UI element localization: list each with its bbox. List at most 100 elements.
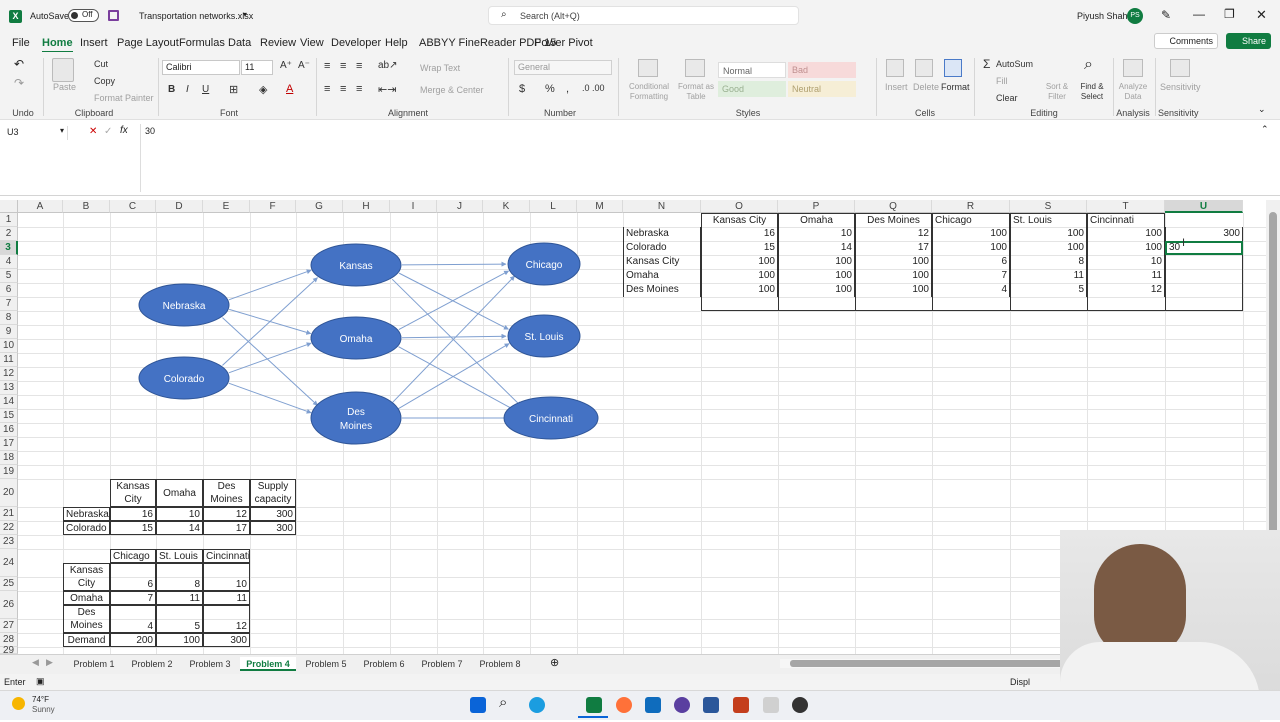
- weather-icon[interactable]: [12, 697, 25, 710]
- matrix-cell[interactable]: 100: [778, 283, 855, 297]
- matrix-cell[interactable]: 100: [1010, 241, 1087, 255]
- demand-header-1[interactable]: St. Louis: [156, 549, 203, 563]
- sheet-tab-problem-3[interactable]: Problem 3: [182, 657, 238, 671]
- demand-cell[interactable]: 7: [110, 591, 156, 605]
- node-omaha[interactable]: Omaha: [310, 316, 402, 360]
- demand-cell[interactable]: 300: [203, 633, 250, 647]
- supply-cell[interactable]: 300: [250, 521, 296, 535]
- matrix-row-name[interactable]: Nebraska: [623, 227, 701, 241]
- matrix-extra-cell[interactable]: [1165, 255, 1243, 269]
- matrix-header-0[interactable]: Kansas City: [701, 213, 778, 227]
- node-des-moines[interactable]: Des Moines: [310, 391, 402, 445]
- matrix-cell[interactable]: 5: [1010, 283, 1087, 297]
- active-cell-u3[interactable]: [1165, 241, 1243, 255]
- sheet-tab-problem-2[interactable]: Problem 2: [124, 657, 180, 671]
- matrix-cell[interactable]: 16: [701, 227, 778, 241]
- matrix-row-name[interactable]: Des Moines: [623, 283, 701, 297]
- supply-cell[interactable]: 16: [110, 507, 156, 521]
- demand-row-name[interactable]: Kansas City: [63, 563, 110, 591]
- supply-header-3[interactable]: Supply capacity: [250, 479, 296, 507]
- demand-cell[interactable]: 12: [203, 605, 250, 633]
- matrix-cell[interactable]: 100: [701, 269, 778, 283]
- display-settings[interactable]: Displ: [1010, 677, 1030, 687]
- taskbar-search-icon[interactable]: ⌕: [499, 694, 507, 711]
- app-icon[interactable]: [792, 697, 808, 713]
- accessibility-icon[interactable]: ▣: [36, 676, 45, 687]
- node-nebraska[interactable]: Nebraska: [138, 283, 230, 327]
- matrix-cell[interactable]: 17: [855, 241, 932, 255]
- supply-cell[interactable]: 17: [203, 521, 250, 535]
- matrix-extra-cell[interactable]: [1165, 283, 1243, 297]
- demand-cell[interactable]: 10: [203, 563, 250, 591]
- outlook-icon[interactable]: [645, 697, 661, 713]
- supply-row-name[interactable]: Colorado: [63, 521, 110, 535]
- language-icon[interactable]: [763, 697, 779, 713]
- next-sheet-icon[interactable]: ▶: [46, 657, 53, 668]
- sheet-tab-problem-6[interactable]: Problem 6: [356, 657, 412, 671]
- word-icon[interactable]: [703, 697, 719, 713]
- demand-header-0[interactable]: Chicago: [110, 549, 156, 563]
- matrix-cell[interactable]: 100: [778, 255, 855, 269]
- demand-row-name[interactable]: Des Moines: [63, 605, 110, 633]
- edge-icon[interactable]: [529, 697, 545, 713]
- demand-cell[interactable]: 4: [110, 605, 156, 633]
- matrix-header-2[interactable]: Des Moines: [855, 213, 932, 227]
- sheet-tab-problem-5[interactable]: Problem 5: [298, 657, 354, 671]
- matrix-header-3[interactable]: Chicago: [932, 213, 1010, 227]
- demand-row-name[interactable]: Omaha: [63, 591, 110, 605]
- matrix-cell[interactable]: 100: [1087, 241, 1165, 255]
- matrix-row-name[interactable]: Colorado: [623, 241, 701, 255]
- matrix-header-1[interactable]: Omaha: [778, 213, 855, 227]
- supply-cell[interactable]: 15: [110, 521, 156, 535]
- excel-taskbar-icon[interactable]: [586, 697, 602, 713]
- demand-cell[interactable]: 8: [156, 563, 203, 591]
- matrix-cell[interactable]: 15: [701, 241, 778, 255]
- supply-cell[interactable]: 300: [250, 507, 296, 521]
- matrix-cell[interactable]: 12: [1087, 283, 1165, 297]
- supply-header-2[interactable]: Des Moines: [203, 479, 250, 507]
- matrix-cell[interactable]: 100: [932, 241, 1010, 255]
- demand-cell[interactable]: 5: [156, 605, 203, 633]
- demand-cell[interactable]: 100: [156, 633, 203, 647]
- demand-row-name[interactable]: Demand: [63, 633, 110, 647]
- matrix-cell[interactable]: 100: [1010, 227, 1087, 241]
- sheet-tab-problem-1[interactable]: Problem 1: [66, 657, 122, 671]
- matrix-cell[interactable]: 7: [932, 269, 1010, 283]
- supply-header-1[interactable]: Omaha: [156, 479, 203, 507]
- matrix-cell[interactable]: 100: [932, 227, 1010, 241]
- matrix-cell[interactable]: 10: [778, 227, 855, 241]
- add-sheet-icon[interactable]: ⊕: [550, 656, 559, 669]
- powerpoint-icon[interactable]: [733, 697, 749, 713]
- matrix-cell[interactable]: 8: [1010, 255, 1087, 269]
- matrix-cell[interactable]: 10: [1087, 255, 1165, 269]
- prev-sheet-icon[interactable]: ◀: [32, 657, 39, 668]
- matrix-cell[interactable]: 14: [778, 241, 855, 255]
- matrix-cell[interactable]: 100: [855, 269, 932, 283]
- node-colorado[interactable]: Colorado: [138, 356, 230, 400]
- demand-cell[interactable]: 200: [110, 633, 156, 647]
- node-chicago[interactable]: Chicago: [507, 242, 581, 286]
- matrix-row-name[interactable]: Omaha: [623, 269, 701, 283]
- sheet-tab-problem-8[interactable]: Problem 8: [472, 657, 528, 671]
- node-st-louis[interactable]: St. Louis: [507, 314, 581, 358]
- supply-cell[interactable]: 12: [203, 507, 250, 521]
- supply-cell[interactable]: 14: [156, 521, 203, 535]
- demand-cell[interactable]: 6: [110, 563, 156, 591]
- sheet-tab-problem-7[interactable]: Problem 7: [414, 657, 470, 671]
- matrix-extra-cell[interactable]: [1165, 269, 1243, 283]
- chrome-icon[interactable]: [674, 697, 690, 713]
- supply-header-0[interactable]: Kansas City: [110, 479, 156, 507]
- node-cincinnati[interactable]: Cincinnati: [503, 396, 599, 440]
- start-icon[interactable]: [470, 697, 486, 713]
- matrix-cell[interactable]: 6: [932, 255, 1010, 269]
- matrix-cell[interactable]: 4: [932, 283, 1010, 297]
- matrix-extra-cell[interactable]: 300: [1165, 227, 1243, 241]
- matrix-cell[interactable]: 100: [1087, 227, 1165, 241]
- matrix-row-name[interactable]: Kansas City: [623, 255, 701, 269]
- matrix-cell[interactable]: 100: [778, 269, 855, 283]
- demand-header-2[interactable]: Cincinnati: [203, 549, 250, 563]
- supply-row-name[interactable]: Nebraska: [63, 507, 110, 521]
- matrix-header-4[interactable]: St. Louis: [1010, 213, 1087, 227]
- matrix-cell[interactable]: 100: [701, 283, 778, 297]
- demand-cell[interactable]: 11: [156, 591, 203, 605]
